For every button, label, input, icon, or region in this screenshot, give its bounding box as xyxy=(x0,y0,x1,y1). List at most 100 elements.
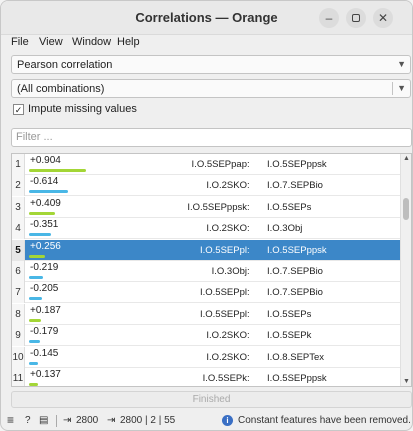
row-index: 1 xyxy=(12,154,25,175)
menu-help[interactable]: Help xyxy=(117,36,140,48)
attribute-1: I.O.2SKO xyxy=(206,180,247,192)
status-message: Constant features have been removed. xyxy=(238,415,411,426)
correlation-score: -0.351 xyxy=(30,219,59,231)
status-bar: ≡ ? ▤ ⇥ 2800 ⇥ 2800 | 2 | 55 i Constant … xyxy=(1,411,412,430)
attribute-2: I.O.7.SEPBio xyxy=(267,180,323,192)
correlation-score: -0.145 xyxy=(30,347,59,359)
pair-separator: : xyxy=(247,201,250,213)
row-index: 5 xyxy=(12,239,25,261)
row-index: 6 xyxy=(12,261,25,282)
chevron-down-icon: ▼ xyxy=(397,83,406,93)
correlation-bar xyxy=(29,318,41,322)
info-icon: i xyxy=(222,415,233,426)
correlation-bar xyxy=(29,340,40,344)
pair-separator: : xyxy=(247,223,250,235)
filter-input[interactable] xyxy=(16,131,396,143)
correlation-bar xyxy=(29,169,86,172)
checkmark-icon: ✓ xyxy=(13,104,24,115)
pair-separator: : xyxy=(247,308,250,320)
menu-window[interactable]: Window xyxy=(72,36,111,48)
attribute-2: I.O.5SEPs xyxy=(267,308,312,320)
table-row[interactable]: 3 +0.409 I.O.5SEPppsk: I.O.5SEPs xyxy=(12,196,401,218)
correlation-score: +0.256 xyxy=(30,240,61,252)
minimize-icon: – xyxy=(325,11,333,25)
help-icon[interactable]: ? xyxy=(25,415,31,426)
hamburger-menu-icon[interactable]: ≡ xyxy=(7,413,14,427)
pair-separator: : xyxy=(247,244,250,256)
scroll-up-icon[interactable]: ▲ xyxy=(403,155,410,162)
row-index: 11 xyxy=(12,368,25,386)
correlation-score: -0.614 xyxy=(30,176,59,188)
correlation-score: -0.205 xyxy=(30,283,59,295)
correlation-bar xyxy=(29,233,51,237)
attribute-1: I.O.5SEPppsk xyxy=(187,201,247,213)
correlation-score: +0.137 xyxy=(30,369,61,380)
attribute-1: I.O.2SKO xyxy=(206,351,247,363)
correlation-bar xyxy=(29,254,45,258)
correlation-score: -0.219 xyxy=(30,262,59,273)
table-row[interactable]: 5 +0.256 I.O.5SEPpl: I.O.5SEPppsk xyxy=(12,239,401,261)
attribute-2: I.O.5SEPppsk xyxy=(267,244,327,256)
correlation-type-value: Pearson correlation xyxy=(17,59,113,71)
status-divider xyxy=(56,415,57,427)
feature-combination-combo[interactable]: (All combinations) ▼ xyxy=(11,79,411,98)
attribute-1: I.O.5SEPpl xyxy=(200,308,247,320)
correlation-bar xyxy=(29,211,55,215)
attribute-2: I.O.3Obj xyxy=(267,223,303,235)
attribute-1: I.O.5SEPpap xyxy=(191,159,247,170)
correlation-score: -0.179 xyxy=(30,326,59,338)
correlation-bar xyxy=(29,297,42,301)
attribute-2: I.O.5SEPppsk xyxy=(267,373,327,384)
scroll-down-icon[interactable]: ▼ xyxy=(403,378,410,385)
table-row[interactable]: 8 +0.187 I.O.5SEPpl: I.O.5SEPs xyxy=(12,303,401,325)
input-icon: ⇥ xyxy=(63,415,72,426)
input-count: 2800 xyxy=(76,415,99,426)
output-summary: 2800 | 2 | 55 xyxy=(120,415,176,426)
pair-separator: : xyxy=(247,180,250,192)
filter-box[interactable] xyxy=(11,128,412,147)
attribute-2: I.O.7.SEPBio xyxy=(267,287,323,299)
impute-label: Impute missing values xyxy=(28,103,137,115)
attribute-1: I.O.2SKO xyxy=(206,330,247,342)
attribute-2: I.O.5SEPppsk xyxy=(267,159,327,170)
progress-bar: Finished xyxy=(11,391,412,408)
table-row[interactable]: 7 -0.205 I.O.5SEPpl: I.O.7.SEPBio xyxy=(12,282,401,304)
menu-view[interactable]: View xyxy=(39,36,63,48)
table-row[interactable]: 4 -0.351 I.O.2SKO: I.O.3Obj xyxy=(12,218,401,240)
menu-file[interactable]: File xyxy=(11,36,29,48)
pair-separator: : xyxy=(247,159,250,170)
menu-bar: File View Window Help xyxy=(1,35,412,51)
feature-combination-value: (All combinations) xyxy=(17,83,105,95)
correlation-bar xyxy=(29,190,68,194)
table-row[interactable]: 11 +0.137 I.O.5SEPk: I.O.5SEPppsk xyxy=(12,368,401,386)
correlation-table[interactable]: 1 +0.904 I.O.5SEPpap: I.O.5SEPppsk 2 -0.614 I.… xyxy=(11,153,412,387)
row-index: 7 xyxy=(12,282,25,304)
scrollbar-thumb[interactable] xyxy=(403,198,409,220)
output-icon: ⇥ xyxy=(107,415,116,426)
pair-separator: : xyxy=(247,373,250,384)
pair-separator: : xyxy=(247,330,250,342)
table-row[interactable]: 6 -0.219 I.O.3Obj: I.O.7.SEPBio xyxy=(12,261,401,282)
report-icon[interactable]: ▤ xyxy=(39,415,48,426)
attribute-1: I.O.2SKO xyxy=(206,223,247,235)
correlation-score: +0.904 xyxy=(30,155,61,166)
correlation-score: +0.187 xyxy=(30,304,61,316)
attribute-1: I.O.5SEPk xyxy=(202,373,247,384)
chevron-down-icon: ▼ xyxy=(397,59,406,69)
row-index: 2 xyxy=(12,175,25,197)
table-row[interactable]: 9 -0.179 I.O.2SKO: I.O.5SEPk xyxy=(12,325,401,347)
correlation-bar xyxy=(29,361,38,365)
close-button[interactable]: ✕ xyxy=(373,8,393,28)
table-row[interactable]: 2 -0.614 I.O.2SKO: I.O.7.SEPBio xyxy=(12,175,401,197)
vertical-scrollbar[interactable]: ▲ ▼ xyxy=(400,154,411,386)
row-index: 9 xyxy=(12,325,25,347)
minimize-button[interactable]: – xyxy=(319,8,339,28)
correlation-type-combo[interactable]: Pearson correlation ▼ xyxy=(11,55,411,74)
attribute-2: I.O.8.SEPTex xyxy=(267,351,325,363)
attribute-1: I.O.5SEPpl xyxy=(200,244,247,256)
maximize-button[interactable] xyxy=(346,8,366,28)
row-index: 10 xyxy=(12,346,25,368)
table-row[interactable]: 10 -0.145 I.O.2SKO: I.O.8.SEPTex xyxy=(12,346,401,368)
table-row[interactable]: 1 +0.904 I.O.5SEPpap: I.O.5SEPppsk xyxy=(12,154,401,175)
row-index: 4 xyxy=(12,218,25,240)
